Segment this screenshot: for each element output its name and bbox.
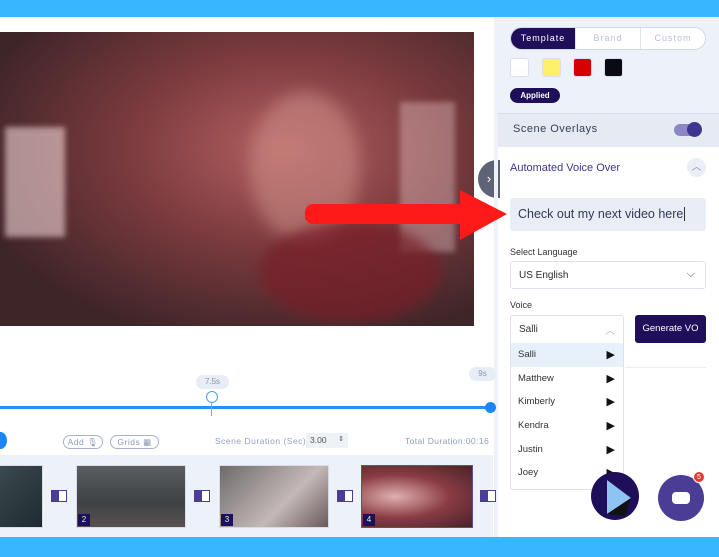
app-logo-button[interactable] — [591, 472, 639, 520]
scene-number: 4 — [363, 514, 375, 526]
voice-value: Salli — [519, 324, 538, 335]
scene-duration-input[interactable]: 3.00 ⇕ — [306, 433, 348, 448]
scene-thumbnail[interactable]: 3 — [219, 465, 329, 528]
scene-duration-value: 3.00 — [310, 435, 327, 445]
timeline-start-handle[interactable] — [0, 432, 7, 449]
voice-option-label: Matthew — [518, 373, 554, 384]
microphone-icon: 🎙︎ — [87, 437, 99, 447]
scene-overlays-toggle[interactable] — [674, 122, 702, 137]
marker-time-label: 7.5s — [196, 375, 229, 389]
voice-over-text: Check out my next video here — [518, 207, 684, 221]
add-voice-button[interactable]: Add 🎙︎ — [63, 435, 103, 449]
tab-brand[interactable]: Brand — [575, 28, 640, 49]
chevron-up-icon: ︿ — [605, 326, 615, 337]
language-value: US English — [519, 270, 569, 281]
scene-number: 3 — [221, 514, 233, 526]
notification-badge: 5 — [693, 471, 705, 483]
voice-option[interactable]: Justin ▶ — [511, 438, 623, 462]
red-arrow-annotation — [305, 190, 507, 240]
play-logo-icon — [607, 480, 631, 516]
language-select[interactable]: US English ⌵ — [510, 261, 706, 289]
scene-duration-label: Scene Duration (Sec) — [215, 436, 307, 446]
generate-vo-button[interactable]: Generate VO — [635, 315, 706, 343]
voice-over-title: Automated Voice Over — [510, 162, 621, 174]
end-time-label: 9s — [469, 367, 496, 381]
scene-number: 2 — [78, 514, 90, 526]
chevron-up-icon[interactable]: ︿ — [687, 158, 706, 177]
grid-icon: ▦ — [143, 437, 152, 447]
text-cursor — [684, 207, 686, 221]
play-icon[interactable]: ▶ — [607, 443, 615, 456]
transition-icon[interactable] — [337, 490, 353, 502]
voice-option[interactable]: Salli ▶ — [511, 343, 623, 367]
tab-custom[interactable]: Custom — [640, 28, 705, 49]
voice-select[interactable]: Salli ︿ Salli ▶ Matthew ▶ Kimberly ▶ Kendra… — [510, 315, 624, 490]
play-icon[interactable]: ▶ — [607, 348, 615, 361]
video-preview[interactable] — [0, 32, 474, 326]
play-icon[interactable]: ▶ — [607, 419, 615, 432]
voice-option[interactable]: Kendra ▶ — [511, 414, 623, 438]
grids-button[interactable]: Grids ▦ — [110, 435, 159, 449]
swatch-white[interactable] — [510, 58, 529, 77]
scene-thumbnail-selected[interactable]: 4 — [361, 465, 473, 528]
transition-icon[interactable] — [194, 490, 210, 502]
scene-thumbnail[interactable]: 2 — [76, 465, 186, 528]
play-icon[interactable]: ▶ — [607, 395, 615, 408]
chat-icon — [672, 492, 690, 504]
total-duration: Total Duration:00:16 — [405, 436, 490, 446]
tab-template[interactable]: Template — [511, 28, 575, 49]
swatch-yellow[interactable] — [542, 58, 561, 77]
play-icon[interactable]: ▶ — [607, 372, 615, 385]
timeline-end-handle[interactable] — [485, 402, 496, 413]
scene-overlays-label: Scene Overlays — [513, 123, 598, 135]
transition-icon[interactable] — [51, 490, 67, 502]
scene-thumbnail[interactable] — [0, 465, 43, 528]
stepper-icon[interactable]: ⇕ — [338, 435, 344, 443]
voice-option-label: Kendra — [518, 420, 549, 431]
transition-icon[interactable] — [480, 490, 496, 502]
divider — [625, 367, 706, 368]
add-label: Add — [67, 437, 85, 447]
timeline-track[interactable] — [0, 406, 491, 409]
voice-label: Voice — [510, 300, 533, 310]
voice-option[interactable]: Matthew ▶ — [511, 367, 623, 391]
chevron-down-icon: ⌵ — [686, 268, 695, 280]
voice-option-label: Kimberly — [518, 396, 555, 407]
language-label: Select Language — [510, 247, 578, 257]
bottom-bar — [0, 537, 719, 557]
applied-badge: Applied — [510, 88, 560, 103]
playhead-marker[interactable] — [206, 391, 218, 403]
grids-label: Grids — [117, 437, 141, 447]
voice-option-label: Joey — [518, 467, 539, 478]
voice-option[interactable]: Kimberly ▶ — [511, 390, 623, 414]
voice-option-label: Justin — [518, 444, 543, 455]
top-bar — [0, 0, 719, 17]
voice-over-text-input[interactable]: Check out my next video here — [510, 198, 706, 231]
color-tabs: Template Brand Custom — [510, 27, 706, 50]
voice-option-label: Salli — [518, 349, 536, 360]
swatch-black[interactable] — [604, 58, 623, 77]
swatch-red[interactable] — [573, 58, 592, 77]
